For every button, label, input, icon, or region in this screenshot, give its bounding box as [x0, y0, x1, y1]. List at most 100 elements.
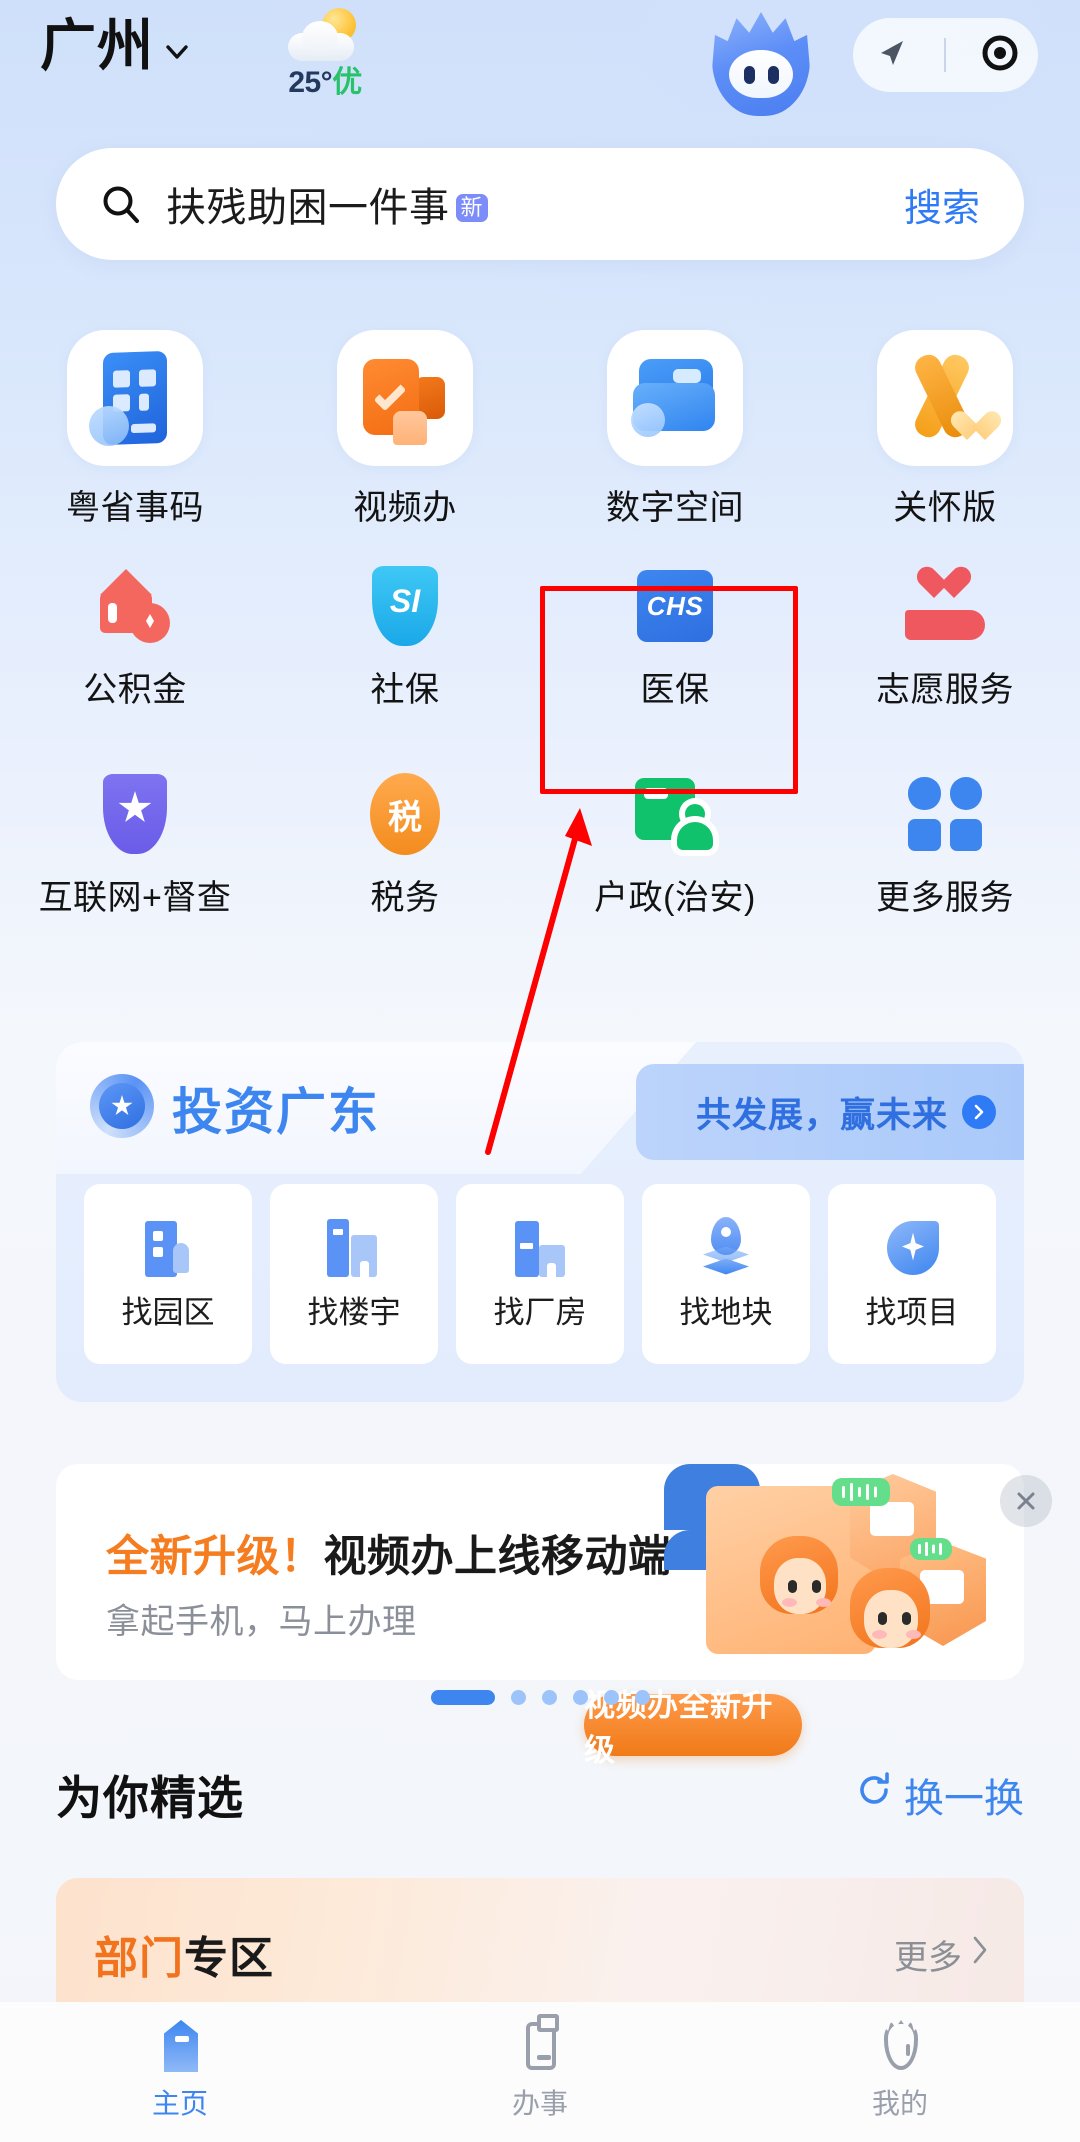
- dept-zone-card[interactable]: 部门专区 更多: [56, 1878, 1024, 2018]
- navigation-arrow-icon[interactable]: [869, 31, 913, 80]
- invest-items: 找园区 找楼宇 找厂房 找地块 找项目: [56, 1184, 1024, 1364]
- home-icon: [154, 2020, 206, 2074]
- grid-item-label: 互联网+督查: [38, 879, 232, 917]
- grid-item-label: 志愿服务: [876, 671, 1014, 709]
- close-icon[interactable]: [1000, 1475, 1052, 1527]
- clipboard-icon: [514, 2014, 566, 2074]
- grid-item-label: 更多服务: [876, 879, 1014, 917]
- grid-item-care-version[interactable]: 关怀版: [810, 330, 1080, 560]
- search-bar[interactable]: 扶残助困一件事新 搜索: [56, 148, 1024, 260]
- search-keyword: 扶残助困一件事: [166, 186, 450, 230]
- care-ribbon-icon: [877, 330, 1013, 466]
- heart-in-hand-icon: [899, 560, 991, 652]
- tab-label: 主页: [151, 2088, 208, 2119]
- digital-folder-icon: [607, 330, 743, 466]
- refresh-label: 换一换: [904, 1777, 1024, 1821]
- refresh-icon: [854, 1770, 894, 1820]
- pagination-dot-active[interactable]: [430, 1690, 495, 1705]
- invest-item-label: 找项目: [865, 1294, 959, 1330]
- grid-item-label: 关怀版: [893, 489, 997, 527]
- invest-tagline-button[interactable]: 共发展，赢未来: [635, 1064, 1024, 1160]
- grid-item-digital-space[interactable]: 数字空间: [540, 330, 810, 560]
- search-input[interactable]: 扶残助困一件事新: [166, 175, 489, 233]
- promo-subtitle: 拿起手机，马上办理: [106, 1603, 417, 1641]
- pagination-dot[interactable]: [634, 1690, 650, 1705]
- grid-item-medical-insurance[interactable]: CHS 医保: [540, 560, 810, 768]
- dept-title-black: 专区: [184, 1934, 274, 1983]
- invest-card-header: 投资广东 共发展，赢未来: [56, 1042, 1024, 1174]
- video-service-agents-illustration: [664, 1464, 1024, 1680]
- search-icon: [100, 183, 142, 225]
- weather-readout: 25°优: [255, 68, 395, 98]
- grid-row-2: 公积金 SI 社保 CHS 医保 志愿服务: [0, 560, 1080, 768]
- invest-item-project[interactable]: 找项目: [828, 1184, 996, 1364]
- tab-label: 办事: [511, 2088, 568, 2119]
- chevron-right-icon: [970, 1934, 990, 1975]
- grid-item-label: 税务: [370, 879, 440, 917]
- chs-logo-text: CHS: [637, 570, 713, 642]
- pill-divider: [944, 38, 947, 72]
- grid-item-label: 公积金: [83, 671, 187, 709]
- dept-zone-title: 部门专区: [94, 1922, 274, 1986]
- invest-item-factory[interactable]: 找厂房: [456, 1184, 624, 1364]
- grid-item-label: 社保: [370, 671, 440, 709]
- invest-card-title: 投资广东: [172, 1084, 380, 1140]
- chs-medical-card-icon: CHS: [629, 560, 721, 652]
- invest-item-label: 找厂房: [493, 1294, 587, 1330]
- grid-item-label: 医保: [640, 671, 710, 709]
- tax-logo-text: 税: [370, 773, 440, 855]
- page-title: 为你精选: [56, 1772, 244, 1824]
- search-button[interactable]: 搜索: [904, 177, 980, 232]
- grid-item-video-service[interactable]: 视频办: [270, 330, 540, 560]
- promo-title: 全新升级！视频办上线移动端: [106, 1522, 672, 1584]
- pagination-dot[interactable]: [510, 1690, 526, 1705]
- grid-item-volunteer-service[interactable]: 志愿服务: [810, 560, 1080, 768]
- invest-item-park[interactable]: 找园区: [84, 1184, 252, 1364]
- grid-item-internet-supervision[interactable]: 互联网+督查: [0, 768, 270, 976]
- grid-item-label: 数字空间: [606, 489, 744, 527]
- profile-mascot-icon: [874, 2020, 926, 2074]
- housing-fund-icon: [89, 560, 181, 652]
- household-id-icon: [629, 768, 721, 860]
- invest-item-label: 找楼宇: [307, 1294, 401, 1330]
- refresh-button[interactable]: 换一换: [854, 1766, 1024, 1824]
- grid-more-icon: [899, 768, 991, 860]
- tab-profile[interactable]: 我的: [720, 2020, 1080, 2122]
- promo-banner[interactable]: 全新升级！视频办上线移动端 拿起手机，马上办理: [56, 1464, 1024, 1680]
- pagination-dot[interactable]: [603, 1690, 619, 1705]
- pagination-dot[interactable]: [572, 1690, 588, 1705]
- pagination-dot[interactable]: [541, 1690, 557, 1705]
- city-selector[interactable]: 广州: [40, 18, 190, 74]
- target-circle-icon[interactable]: [978, 31, 1022, 80]
- air-quality-label: 优: [332, 66, 362, 99]
- header-action-pill: [853, 18, 1038, 92]
- invest-item-land[interactable]: 找地块: [642, 1184, 810, 1364]
- invest-guangdong-card[interactable]: 投资广东 共发展，赢未来 找园区 找楼宇 找厂房 找地块 找项目: [56, 1042, 1024, 1402]
- chevron-down-icon: [164, 39, 190, 65]
- promo-title-highlight: 全新升级！: [106, 1533, 324, 1581]
- grid-item-label: 视频办: [353, 489, 457, 527]
- invest-guangdong-logo: [90, 1074, 154, 1138]
- grid-item-label: 户政(治安): [594, 879, 756, 917]
- invest-item-label: 找地块: [679, 1294, 773, 1330]
- grid-item-yuesheng-code[interactable]: 粤省事码: [0, 330, 270, 560]
- service-grid: 粤省事码 视频办 数字空间 关怀版 公积金 SI 社保 CHS 医保 志愿服务 …: [0, 330, 1080, 976]
- mascot-avatar[interactable]: [706, 10, 816, 120]
- grid-item-housing-fund[interactable]: 公积金: [0, 560, 270, 768]
- weather-widget[interactable]: 25°优: [255, 8, 395, 98]
- tab-home[interactable]: 主页: [0, 2020, 360, 2122]
- carousel-pagination: [0, 1690, 1080, 1705]
- weather-temperature: 25°: [288, 66, 333, 99]
- shield-star-icon: [89, 768, 181, 860]
- tab-label: 我的: [871, 2088, 928, 2119]
- grid-item-household-police[interactable]: 户政(治安): [540, 768, 810, 976]
- tax-icon: 税: [359, 768, 451, 860]
- tab-services[interactable]: 办事: [360, 2014, 720, 2122]
- invest-tagline: 共发展，赢未来: [695, 1095, 948, 1135]
- grid-item-tax[interactable]: 税 税务: [270, 768, 540, 976]
- dept-more-button[interactable]: 更多: [894, 1930, 990, 1979]
- invest-item-tower[interactable]: 找楼宇: [270, 1184, 438, 1364]
- search-new-badge: 新: [455, 194, 489, 222]
- grid-item-social-insurance[interactable]: SI 社保: [270, 560, 540, 768]
- grid-item-more-services[interactable]: 更多服务: [810, 768, 1080, 976]
